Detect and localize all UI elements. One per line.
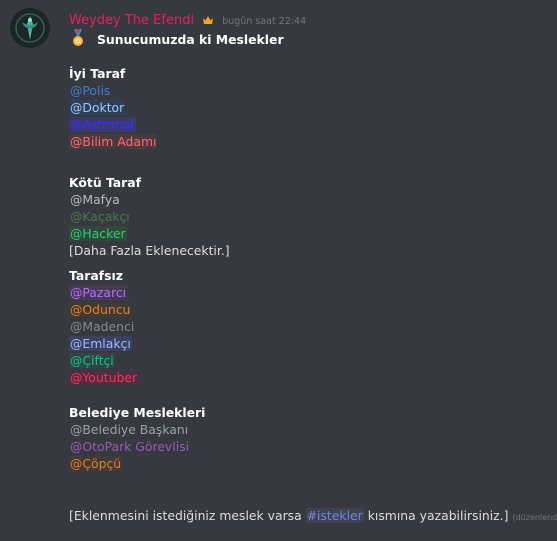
role-mention[interactable]: @OtoPark Görevlisi	[69, 439, 191, 454]
timestamp: bugün saat 22:44	[222, 16, 307, 27]
section-heading: Kötü Taraf	[69, 175, 142, 190]
role-section: İyi Taraf @Polis @Doktor @Astronot @Bilim Ad…	[69, 65, 158, 150]
role-line: @Çiftçi	[69, 352, 138, 369]
role-line: @Youtuber	[69, 369, 139, 386]
role-section: Belediye Meslekleri @Belediye Başkanı @Oto…	[69, 404, 205, 472]
message-body: Sunucumuzda ki Meslekler İyi Taraf @Polis…	[69, 29, 557, 523]
message-title: Sunucumuzda ki Meslekler	[69, 29, 549, 49]
section-heading: Belediye Meslekleri	[69, 405, 206, 420]
role-mention[interactable]: @Emlakçı	[69, 336, 132, 351]
footer-line: [Eklenmesini istediğiniz meslek varsa #i…	[69, 507, 557, 524]
role-mention[interactable]: @Astronot	[69, 117, 136, 132]
role-mention[interactable]: @Youtuber	[69, 370, 139, 385]
section-heading: İyi Taraf	[69, 66, 126, 81]
role-mention[interactable]: @Çöpçü	[69, 456, 123, 471]
role-mention[interactable]: @Madenci	[69, 319, 136, 334]
message: Weydey The Efendi bugün saat 22:44 Sunuc…	[0, 0, 557, 541]
crown-icon	[202, 10, 214, 29]
avatar[interactable]	[10, 8, 50, 48]
role-mention[interactable]: @Çiftçi	[69, 353, 115, 368]
role-line: @Kaçakçı	[69, 208, 230, 225]
role-line: @Mafya	[69, 191, 230, 208]
role-mention[interactable]: @Kaçakçı	[69, 209, 131, 224]
role-mention[interactable]: @Doktor	[69, 100, 126, 115]
medal-icon	[71, 29, 87, 53]
role-line: @Hacker	[69, 225, 230, 242]
username[interactable]: Weydey The Efendi	[69, 13, 194, 28]
role-line: @Pazarcı	[69, 284, 138, 301]
avatar-emblem-icon	[10, 8, 50, 48]
role-section: Tarafsız @Pazarcı @Oduncu @Madenci @Emlakçı @…	[69, 267, 139, 386]
role-line: @Oduncu	[69, 301, 138, 318]
role-mention[interactable]: @Pazarcı	[69, 285, 128, 300]
role-mention[interactable]: @Mafya	[69, 192, 121, 207]
role-mention[interactable]: @Polis	[69, 83, 112, 98]
role-line: @Polis	[69, 82, 157, 99]
section-note: [Daha Fazla Eklenecektir.]	[69, 243, 230, 258]
role-line: @OtoPark Görevlisi	[69, 438, 205, 455]
role-line: @Çöpçü	[69, 455, 205, 472]
role-line: @Bilim Adamı	[69, 133, 158, 150]
title-text: Sunucumuzda ki Meslekler	[96, 32, 284, 47]
role-line: @Doktor	[69, 99, 157, 116]
footer-text-after: kısmına yazabilirsiniz.]	[363, 508, 509, 523]
message-header: Weydey The Efendi bugün saat 22:44	[69, 9, 307, 29]
role-mention[interactable]: @Belediye Başkanı	[69, 422, 190, 437]
role-line: @Madenci	[69, 318, 138, 335]
role-mention[interactable]: @Oduncu	[69, 302, 132, 317]
edited-label: (düzenlendi)	[512, 513, 557, 522]
section-heading: Tarafsız	[69, 268, 123, 283]
role-line: @Emlakçı	[69, 335, 138, 352]
role-line: @Belediye Başkanı	[69, 421, 205, 438]
role-line: @Astronot	[69, 116, 157, 133]
footer-text-before: [Eklenmesini istediğiniz meslek varsa	[69, 508, 306, 523]
channel-mention[interactable]: #istekler	[305, 508, 364, 523]
role-section: Kötü Taraf @Mafya @Kaçakçı @Hacker [Daha Faz…	[69, 174, 230, 259]
role-mention[interactable]: @Bilim Adamı	[69, 134, 158, 149]
role-mention[interactable]: @Hacker	[69, 226, 127, 241]
